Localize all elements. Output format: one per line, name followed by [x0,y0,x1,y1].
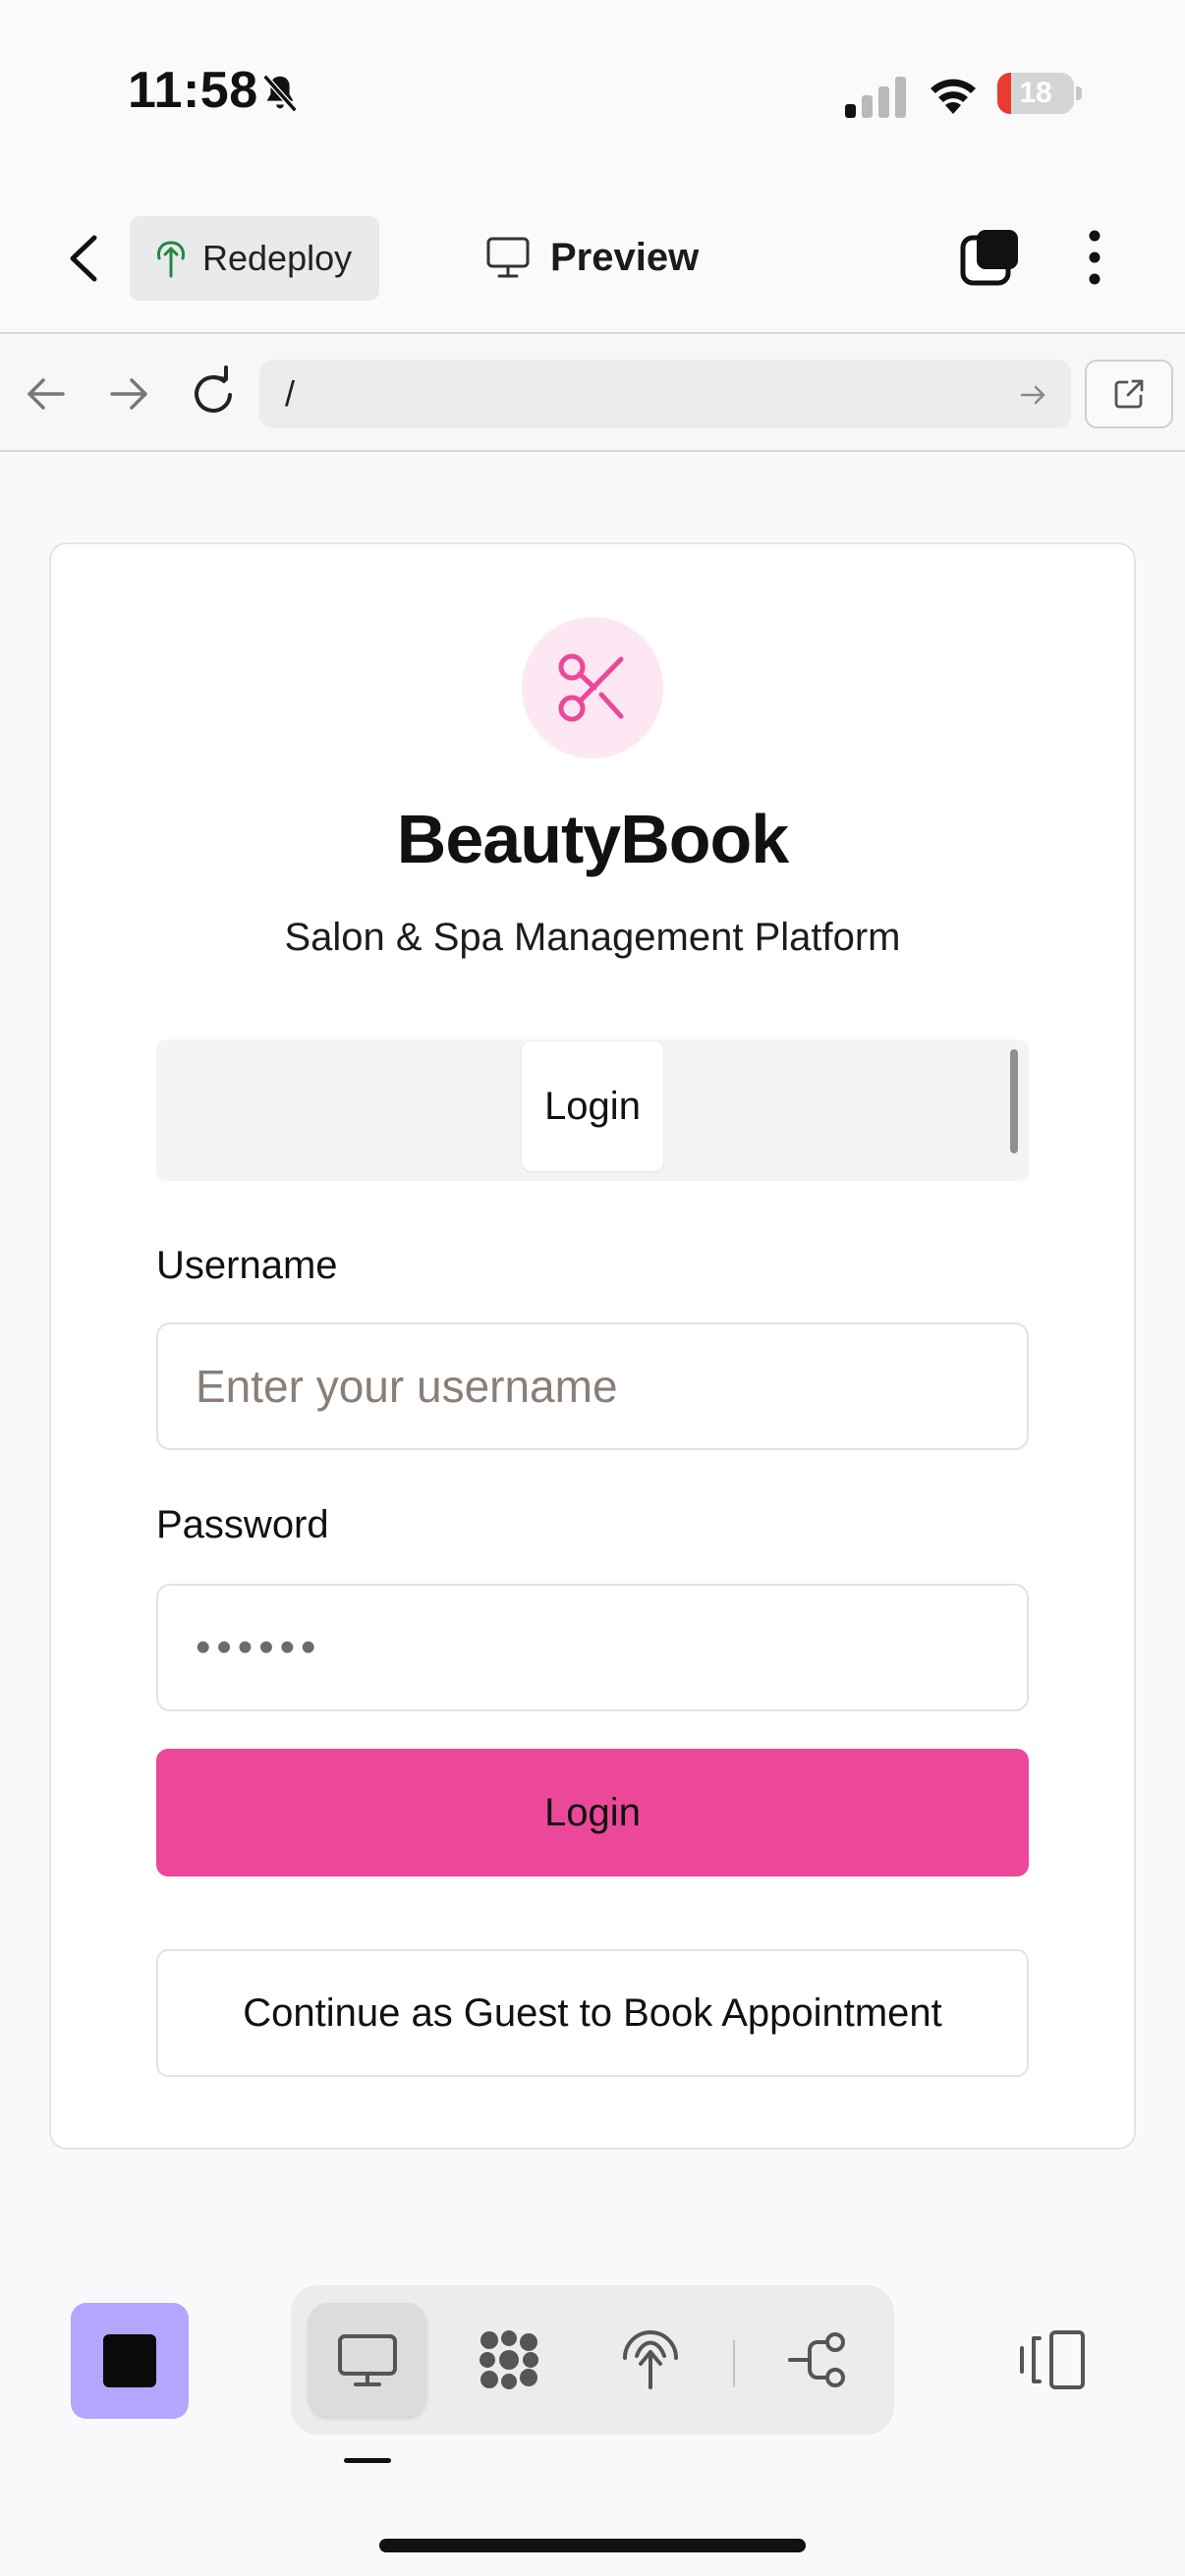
mode-divider [733,2340,735,2387]
mode-apps-button[interactable] [450,2303,568,2417]
monitor-icon [486,237,530,278]
redeploy-button[interactable]: Redeploy [130,216,379,301]
url-field[interactable]: / [259,360,1071,428]
external-link-icon [1114,379,1144,409]
home-indicator [379,2539,806,2552]
wifi-icon [931,79,976,114]
login-button[interactable]: Login [156,1749,1029,1876]
git-branch-icon [788,2332,845,2387]
mode-deploy-button[interactable] [592,2303,709,2417]
cellular-signal-icon [845,77,906,118]
back-chevron-icon[interactable] [61,224,104,293]
redeploy-label: Redeploy [202,238,353,278]
open-external-button[interactable] [1085,360,1173,428]
reload-icon[interactable] [187,365,240,420]
arrow-left-icon[interactable] [22,371,71,417]
bell-slash-icon [262,74,298,113]
tab-strip-scrollbar[interactable] [1010,1049,1018,1153]
mode-git-button[interactable] [759,2303,876,2417]
tab-login[interactable]: Login [522,1041,663,1171]
battery-level: 18 [1019,77,1052,109]
deploy-tree-icon [157,241,185,278]
apps-icon [480,2330,538,2389]
username-label: Username [156,1244,338,1287]
deploy-icon [623,2330,678,2389]
app-tagline: Salon & Spa Management Platform [284,916,901,959]
active-mode-indicator [344,2458,391,2463]
arrow-right-icon[interactable] [104,371,153,417]
preview-label: Preview [550,235,700,279]
status-time: 11:58 [128,62,258,119]
more-vertical-icon[interactable] [1075,226,1114,289]
url-text: / [285,373,296,414]
username-field[interactable] [156,1322,1029,1450]
responsive-devices-icon[interactable] [1012,2321,1095,2403]
password-input[interactable] [158,1586,1027,1709]
stop-button[interactable] [71,2303,189,2419]
desktop-icon [338,2334,397,2386]
go-arrow-icon[interactable] [1018,379,1049,411]
logo [522,617,663,758]
tabs-icon[interactable] [959,226,1022,289]
password-field[interactable] [156,1584,1029,1711]
password-label: Password [156,1503,329,1546]
guest-booking-button[interactable]: Continue as Guest to Book Appointment [156,1949,1029,2077]
app-name: BeautyBook [396,801,789,877]
scissors-icon [558,653,624,722]
preview-title: Preview [485,228,699,287]
username-input[interactable] [158,1324,1027,1448]
stop-icon [103,2334,156,2387]
mode-desktop-button[interactable] [309,2303,426,2417]
battery-icon: 18 [997,73,1082,114]
